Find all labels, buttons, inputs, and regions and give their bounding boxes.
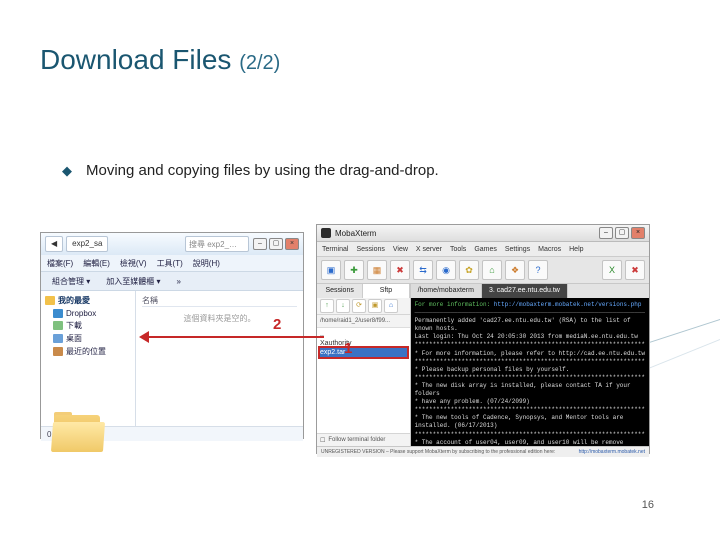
terminal-tabs: /home/mobaxterm 3. cad27.ee.ntu.edu.tw [411,284,649,298]
sftp-file-selected[interactable]: exp2.tar [320,348,407,357]
tree-dropbox[interactable]: Dropbox [53,308,131,319]
menu-terminal[interactable]: Terminal [322,246,348,253]
explorer-menubar: 檔案(F) 編輯(E) 檢視(V) 工具(T) 說明(H) [41,255,303,272]
title-main: Download Files [40,44,231,75]
tree-recent[interactable]: 最近的位置 [53,345,131,358]
explorer-titlebar[interactable]: ◀ exp2_sa 搜尋 exp2_… – ▢ × [41,233,303,255]
slide-title: Download Files (2/2) [40,44,280,76]
menu-games[interactable]: Games [474,246,497,253]
minimize-button[interactable]: – [599,227,613,239]
fullscreen-icon[interactable]: ⌂ [482,260,502,280]
include-button[interactable]: 加入至媒體櫃 ▾ [101,274,165,289]
app-icon [321,228,331,238]
moba-sidebar: Sessions Sftp ↑ ↓ ⟳ ▣ ⌂ /home/raid1_2/us… [317,284,411,446]
tools-icon[interactable]: ▦ [367,260,387,280]
status-link[interactable]: http://mobaxterm.mobatek.net [579,449,645,455]
app-title: MobaXterm [335,229,376,238]
sftp-file-list[interactable]: .. Xauthority exp2.tar [317,328,410,433]
bullet-marker-icon: ◆ [62,163,72,179]
tree-downloads[interactable]: 下載 [53,319,131,332]
menu-view[interactable]: View [393,246,408,253]
folder-icon [52,412,108,454]
moba-titlebar[interactable]: MobaXterm – ▢ × [317,225,649,242]
menu-xserver[interactable]: X server [416,246,442,253]
drag-arrow [148,336,324,338]
minimize-button[interactable]: – [253,238,267,250]
more-button[interactable]: » [172,275,186,288]
menu-settings[interactable]: Settings [505,246,530,253]
settings-icon[interactable]: ✿ [459,260,479,280]
exit-icon[interactable]: ✖ [625,260,645,280]
maximize-button[interactable]: ▢ [269,238,283,250]
follow-terminal-checkbox[interactable]: ☐Follow terminal folder [317,433,410,446]
sftp-toolbar: ↑ ↓ ⟳ ▣ ⌂ [317,298,410,315]
servers-icon[interactable]: ✚ [344,260,364,280]
desktop-icon [53,334,63,343]
close-button[interactable]: × [285,238,299,250]
search-placeholder: 搜尋 exp2_… [189,239,237,250]
moba-menubar: Terminal Sessions View X server Tools Ga… [317,242,649,257]
column-name[interactable]: 名稱 [142,295,297,307]
recent-icon [53,347,63,356]
dropbox-icon [53,309,63,318]
xserver-status-icon[interactable]: X [602,260,622,280]
sftp-download-icon[interactable]: ↓ [336,299,350,313]
tree-desktop[interactable]: 桌面 [53,332,131,345]
sftp-up-dir[interactable]: .. [320,330,407,339]
sftp-path[interactable]: /home/raid1_2/user8/f99... [317,315,410,328]
checkbox-icon: ☐ [320,437,325,444]
moba-iconbar: ▣ ✚ ▦ ✖ ⇆ ◉ ✿ ⌂ ❖ ? X ✖ [317,257,649,284]
nav-back-icon[interactable]: ◀ [45,236,63,252]
menu-help[interactable]: 說明(H) [193,258,220,269]
menu-sessions[interactable]: Sessions [356,246,384,253]
menu-file[interactable]: 檔案(F) [47,258,73,269]
annotation-step-1: 1 [344,340,352,357]
sftp-refresh-icon[interactable]: ⟳ [352,299,366,313]
window-controls: – ▢ × [253,238,299,250]
menu-edit[interactable]: 編輯(E) [83,258,110,269]
annotation-step-2: 2 [273,316,281,333]
help-icon[interactable]: ? [528,260,548,280]
tree-favorites[interactable]: 我的最愛 [45,295,131,306]
sftp-file[interactable]: Xauthority [320,339,407,348]
menu-tools[interactable]: 工具(T) [157,258,183,269]
tunneling-icon[interactable]: ❖ [505,260,525,280]
star-icon [45,296,55,305]
sftp-upload-icon[interactable]: ↑ [320,299,334,313]
status-left: UNREGISTERED VERSION – Please support Mo… [321,449,555,455]
explorer-search-input[interactable]: 搜尋 exp2_… [185,236,249,252]
explorer-content[interactable]: 名稱 這個資料夾是空的。 [136,291,303,426]
page-number: 16 [642,499,654,511]
download-icon [53,321,63,330]
bullet-item: ◆ Moving and copying files by using the … [62,162,439,179]
terminal-output[interactable]: For more information: http://mobaxterm.m… [411,298,649,446]
menu-view[interactable]: 檢視(V) [120,258,147,269]
menu-macros[interactable]: Macros [538,246,561,253]
sftp-newfolder-icon[interactable]: ▣ [368,299,382,313]
view-icon[interactable]: ◉ [436,260,456,280]
mobaxterm-window: MobaXterm – ▢ × Terminal Sessions View X… [316,224,650,454]
terminal-tab-home[interactable]: /home/mobaxterm [411,284,482,298]
moba-statusbar: UNREGISTERED VERSION – Please support Mo… [317,446,649,457]
bullet-text: Moving and copying files by using the dr… [86,162,439,179]
games-icon[interactable]: ✖ [390,260,410,280]
sidebar-tab-sessions[interactable]: Sessions [317,284,363,298]
close-button[interactable]: × [631,227,645,239]
sidebar-tab-sftp[interactable]: Sftp [363,284,409,298]
session-icon[interactable]: ▣ [321,260,341,280]
explorer-toolbar: 組合管理 ▾ 加入至媒體櫃 ▾ » [41,272,303,291]
title-page-paren: (2/2) [239,52,280,74]
explorer-tree: 我的最愛 Dropbox 下載 桌面 最近的位置 [41,291,136,426]
menu-tools[interactable]: Tools [450,246,466,253]
split-icon[interactable]: ⇆ [413,260,433,280]
menu-help[interactable]: Help [569,246,583,253]
breadcrumb[interactable]: ◀ exp2_sa [45,236,185,252]
terminal-tab-ssh[interactable]: 3. cad27.ee.ntu.edu.tw [482,284,568,298]
sftp-home-icon[interactable]: ⌂ [384,299,398,313]
organize-button[interactable]: 組合管理 ▾ [47,274,95,289]
maximize-button[interactable]: ▢ [615,227,629,239]
breadcrumb-segment[interactable]: exp2_sa [66,236,108,252]
